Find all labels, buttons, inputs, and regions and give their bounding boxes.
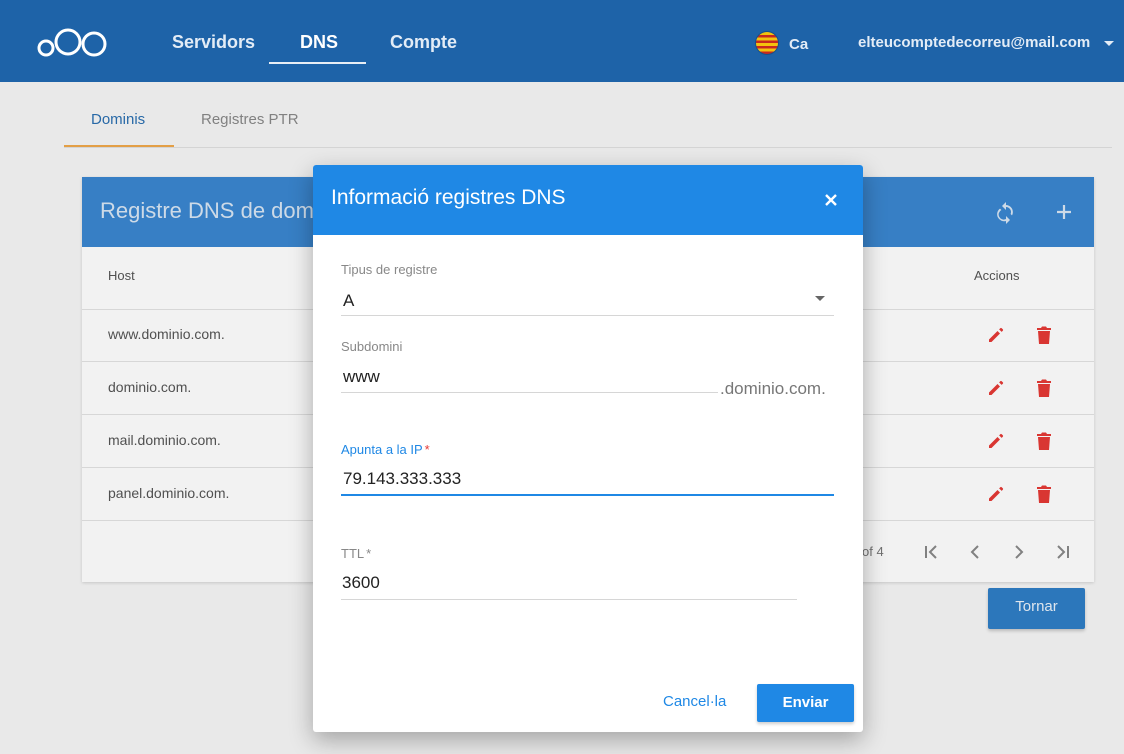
subdomain-label: Subdomini [341, 339, 403, 354]
required-mark: * [366, 546, 372, 561]
record-type-label: Tipus de registre [341, 262, 438, 277]
ip-underline [341, 494, 834, 496]
record-type-underline [341, 315, 834, 316]
dialog-title: Informació registres DNS [331, 186, 566, 209]
cancel-button[interactable]: Cancel·la [663, 693, 726, 710]
close-icon[interactable] [822, 191, 840, 209]
chevron-down-icon[interactable] [815, 296, 825, 301]
nav-servidors[interactable]: Servidors [172, 32, 255, 53]
ip-label-text: Apunta a la IP [341, 442, 423, 457]
nav-dns[interactable]: DNS [300, 32, 338, 53]
ttl-label: TTL * [341, 546, 371, 561]
cloud-circles-icon[interactable] [36, 24, 110, 60]
subdomain-input[interactable]: www [343, 367, 380, 387]
required-mark: * [424, 442, 430, 457]
submit-button[interactable]: Enviar [757, 684, 854, 722]
nav-active-indicator [269, 62, 366, 64]
subdomain-underline [341, 392, 718, 393]
ttl-underline [341, 599, 797, 600]
account-menu[interactable]: elteucomptedecorreu@mail.com [858, 34, 1090, 51]
ttl-input[interactable]: 3600 [342, 573, 380, 593]
ip-label: Apunta a la IP * [341, 442, 430, 457]
domain-suffix: .dominio.com. [720, 379, 826, 398]
nav-compte[interactable]: Compte [390, 32, 457, 53]
ip-input[interactable]: 79.143.333.333 [343, 469, 461, 489]
dns-record-dialog: Informació registres DNS Tipus de regist… [313, 165, 863, 732]
catalan-flag-icon[interactable] [756, 32, 778, 54]
record-type-select[interactable]: A [343, 291, 354, 311]
chevron-down-icon[interactable] [1104, 41, 1114, 46]
ttl-label-text: TTL [341, 546, 365, 561]
language-selector[interactable]: Ca [789, 36, 808, 53]
